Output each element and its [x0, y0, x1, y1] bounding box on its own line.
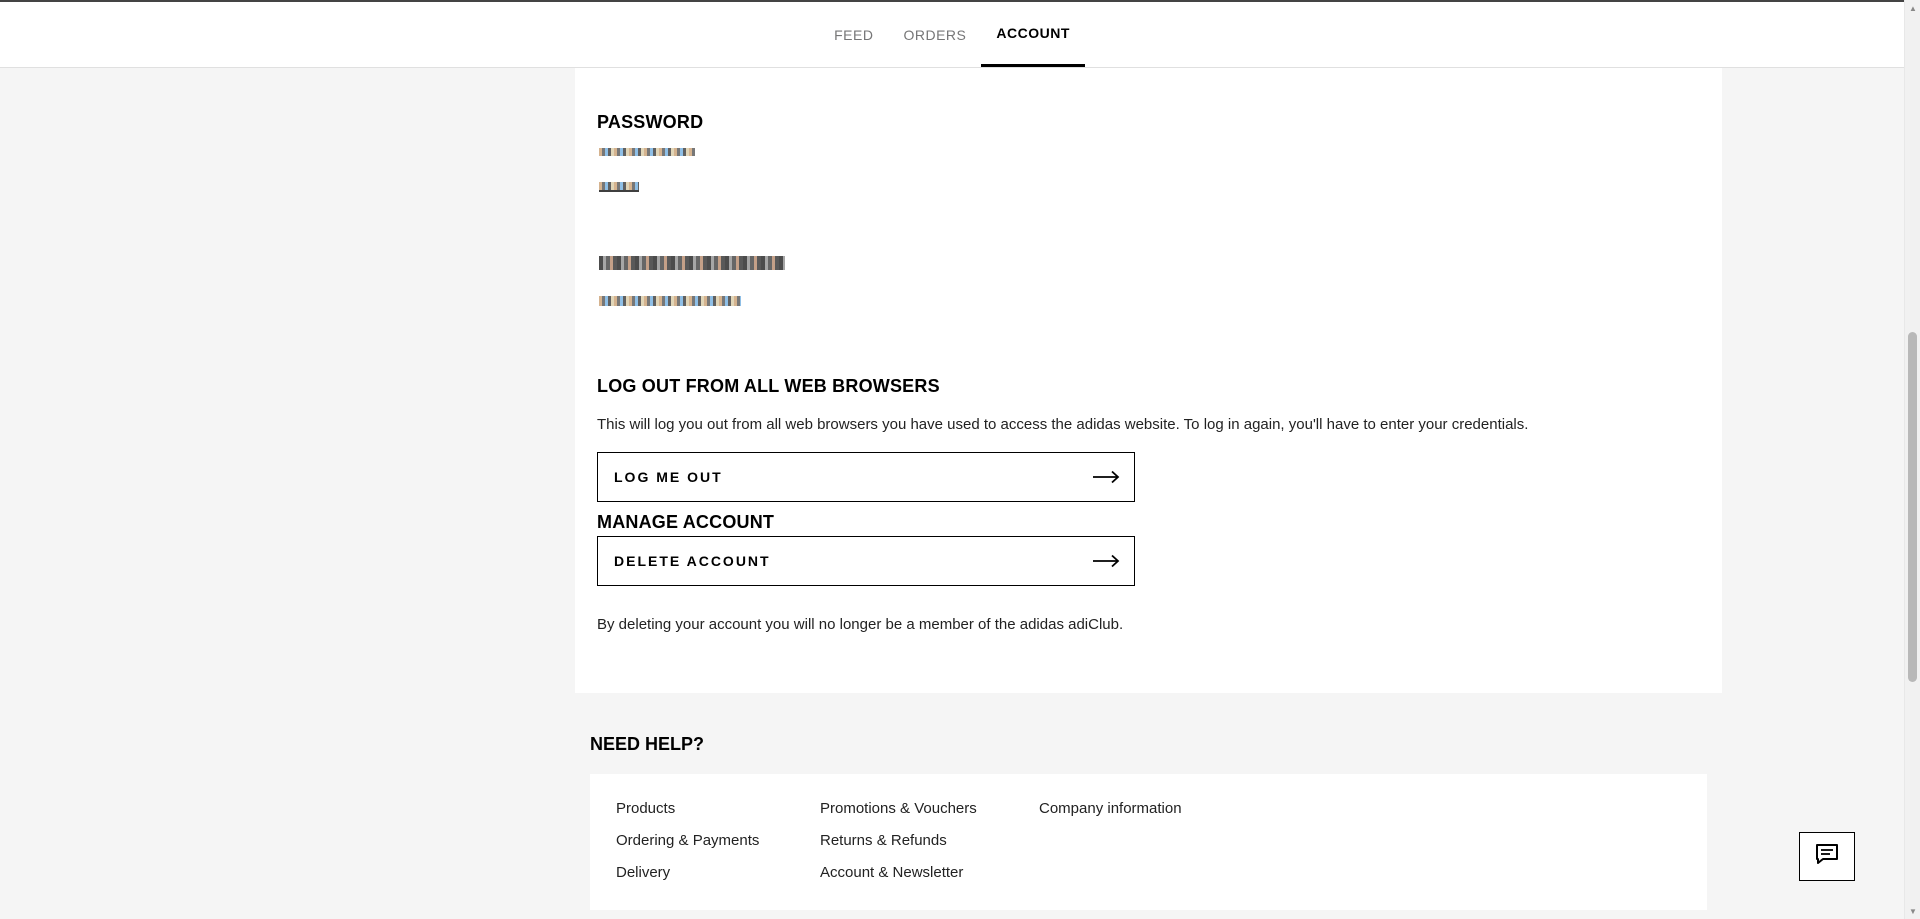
logout-all-heading: LOG OUT FROM ALL WEB BROWSERS: [597, 376, 940, 396]
page: FEED ORDERS ACCOUNT PASSWORD LOG OUT FRO…: [0, 0, 1920, 919]
vertical-scrollbar[interactable]: ▲ ▼: [1904, 0, 1920, 919]
tab-account[interactable]: ACCOUNT: [981, 2, 1085, 67]
help-link-products[interactable]: Products: [616, 798, 759, 819]
chat-button[interactable]: [1799, 832, 1855, 881]
arrow-right-icon: [1092, 466, 1120, 488]
help-link-company-information[interactable]: Company information: [1039, 798, 1182, 819]
account-top-nav: FEED ORDERS ACCOUNT: [0, 0, 1904, 68]
delete-account-button[interactable]: DELETE ACCOUNT: [597, 536, 1135, 586]
help-column-1: Products Ordering & Payments Delivery: [616, 798, 759, 883]
scroll-up-icon[interactable]: ▲: [1905, 0, 1920, 16]
manage-account-heading: MANAGE ACCOUNT: [597, 512, 775, 532]
account-settings-card: PASSWORD LOG OUT FROM ALL WEB BROWSERS T…: [575, 68, 1722, 693]
delete-account-label: DELETE ACCOUNT: [614, 553, 771, 569]
logout-all-description: This will log you out from all web brows…: [597, 416, 1529, 433]
chat-icon: [1815, 843, 1839, 870]
help-link-returns-refunds[interactable]: Returns & Refunds: [820, 830, 977, 851]
help-link-ordering-payments[interactable]: Ordering & Payments: [616, 830, 759, 851]
log-me-out-label: LOG ME OUT: [614, 469, 723, 485]
help-link-promotions-vouchers[interactable]: Promotions & Vouchers: [820, 798, 977, 819]
scroll-down-icon[interactable]: ▼: [1905, 903, 1920, 919]
need-help-heading: NEED HELP?: [590, 734, 705, 754]
help-column-3: Company information: [1039, 798, 1182, 819]
help-link-account-newsletter[interactable]: Account & Newsletter: [820, 862, 977, 883]
help-column-2: Promotions & Vouchers Returns & Refunds …: [820, 798, 977, 883]
help-link-delivery[interactable]: Delivery: [616, 862, 759, 883]
help-links-box: Products Ordering & Payments Delivery Pr…: [590, 774, 1707, 910]
redacted-section-value: [599, 296, 741, 306]
redacted-section-heading: [599, 256, 785, 270]
tab-feed[interactable]: FEED: [819, 2, 888, 67]
nav-tabs: FEED ORDERS ACCOUNT: [819, 2, 1085, 67]
tab-orders[interactable]: ORDERS: [888, 2, 981, 67]
log-me-out-button[interactable]: LOG ME OUT: [597, 452, 1135, 502]
delete-account-note: By deleting your account you will no lon…: [597, 616, 1124, 633]
arrow-right-icon: [1092, 550, 1120, 572]
scrollbar-thumb[interactable]: [1908, 332, 1917, 682]
password-value-redacted: [599, 148, 695, 156]
password-edit-link-redacted[interactable]: [599, 182, 639, 192]
password-heading: PASSWORD: [597, 112, 704, 132]
